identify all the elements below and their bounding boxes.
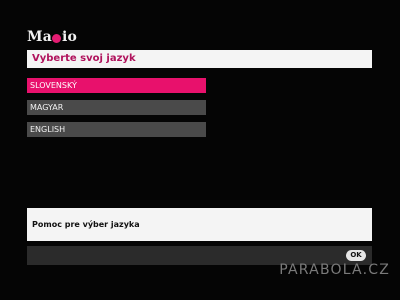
language-option-magyar[interactable]: MAGYAR [27,100,206,115]
ok-button[interactable]: OK [346,250,366,261]
language-option-english[interactable]: ENGLISH [27,122,206,137]
magio-logo: Ma io [27,27,77,45]
logo-dot-icon [52,34,62,43]
page-title: Vyberte svoj jazyk [27,50,372,68]
help-text-box: Pomoc pre výber jazyka [27,208,372,241]
logo-text-left: Ma [27,29,52,45]
language-option-slovensky[interactable]: SLOVENSKÝ [27,78,206,93]
watermark: PARABOLA.CZ [279,262,390,278]
logo-text-right: io [61,29,78,45]
tv-screen: Ma io Vyberte svoj jazyk SLOVENSKÝ MAGYAR… [0,0,400,300]
